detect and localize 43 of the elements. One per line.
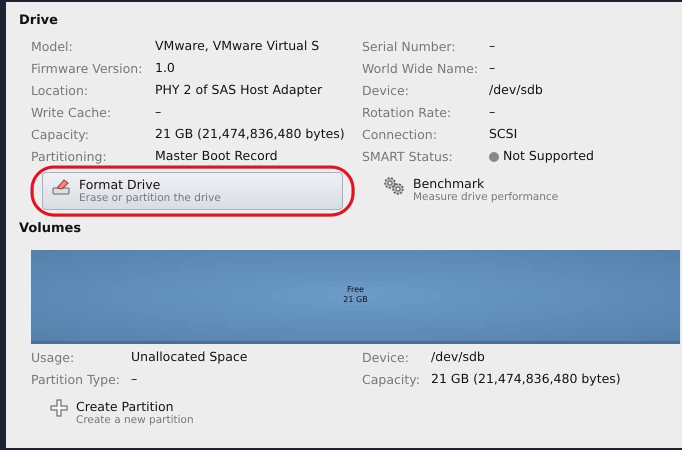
field-label: World Wide Name: [362, 60, 480, 78]
segment-size: 21 GB [343, 295, 368, 306]
field-label: Capacity: [362, 370, 421, 389]
field-value: – [131, 370, 138, 388]
field-value: /dev/sdb [489, 82, 544, 100]
field-label: Capacity: [31, 126, 90, 144]
field-value: Not Supported [489, 148, 594, 166]
field-value: VMware, VMware Virtual S [155, 38, 320, 56]
field-value: – [489, 38, 496, 56]
field-label: Model: [31, 38, 74, 56]
field-value: – [155, 104, 162, 122]
create-action-button[interactable]: Create Partition Create a new partition [42, 394, 202, 432]
field-value: Unallocated Space [131, 348, 248, 366]
field-label: Usage: [31, 348, 76, 367]
field-value: Master Boot Record [155, 148, 279, 166]
field-value: PHY 2 of SAS Host Adapter [155, 82, 324, 100]
field-value: 21 GB (21,474,836,480 bytes) [155, 126, 346, 144]
field-value: 1.0 [155, 60, 176, 78]
format-action-button[interactable]: Format Drive Erase or partition the drive [42, 172, 343, 210]
field-value: – [489, 104, 496, 122]
field-label: Write Cache: [31, 104, 112, 122]
field-label: Device: [362, 348, 410, 367]
field-value: – [489, 60, 496, 78]
field-label: Firmware Version: [31, 60, 144, 78]
benchmark-action-button[interactable]: Benchmark Measure drive performance [375, 172, 566, 208]
plus-icon [50, 398, 68, 417]
field-label: Location: [31, 82, 90, 100]
field-label: Rotation Rate: [362, 104, 452, 122]
field-label: Connection: [362, 126, 438, 144]
field-value: SCSI [489, 126, 518, 144]
section-title: Drive [19, 12, 59, 30]
section-title: Volumes [19, 220, 82, 238]
free-space-segment[interactable]: Free 21 GB [31, 250, 680, 344]
eraser-icon [51, 176, 71, 196]
field-label: Partitioning: [31, 148, 108, 166]
field-label: SMART Status: [362, 148, 454, 166]
gears-icon [383, 176, 405, 196]
field-label: Partition Type: [31, 370, 121, 389]
field-value: 21 GB (21,474,836,480 bytes) [431, 370, 621, 388]
field-value: /dev/sdb [431, 348, 486, 366]
field-label: Serial Number: [362, 38, 457, 56]
field-label: Device: [362, 82, 410, 100]
segment-label: Free [347, 285, 364, 296]
